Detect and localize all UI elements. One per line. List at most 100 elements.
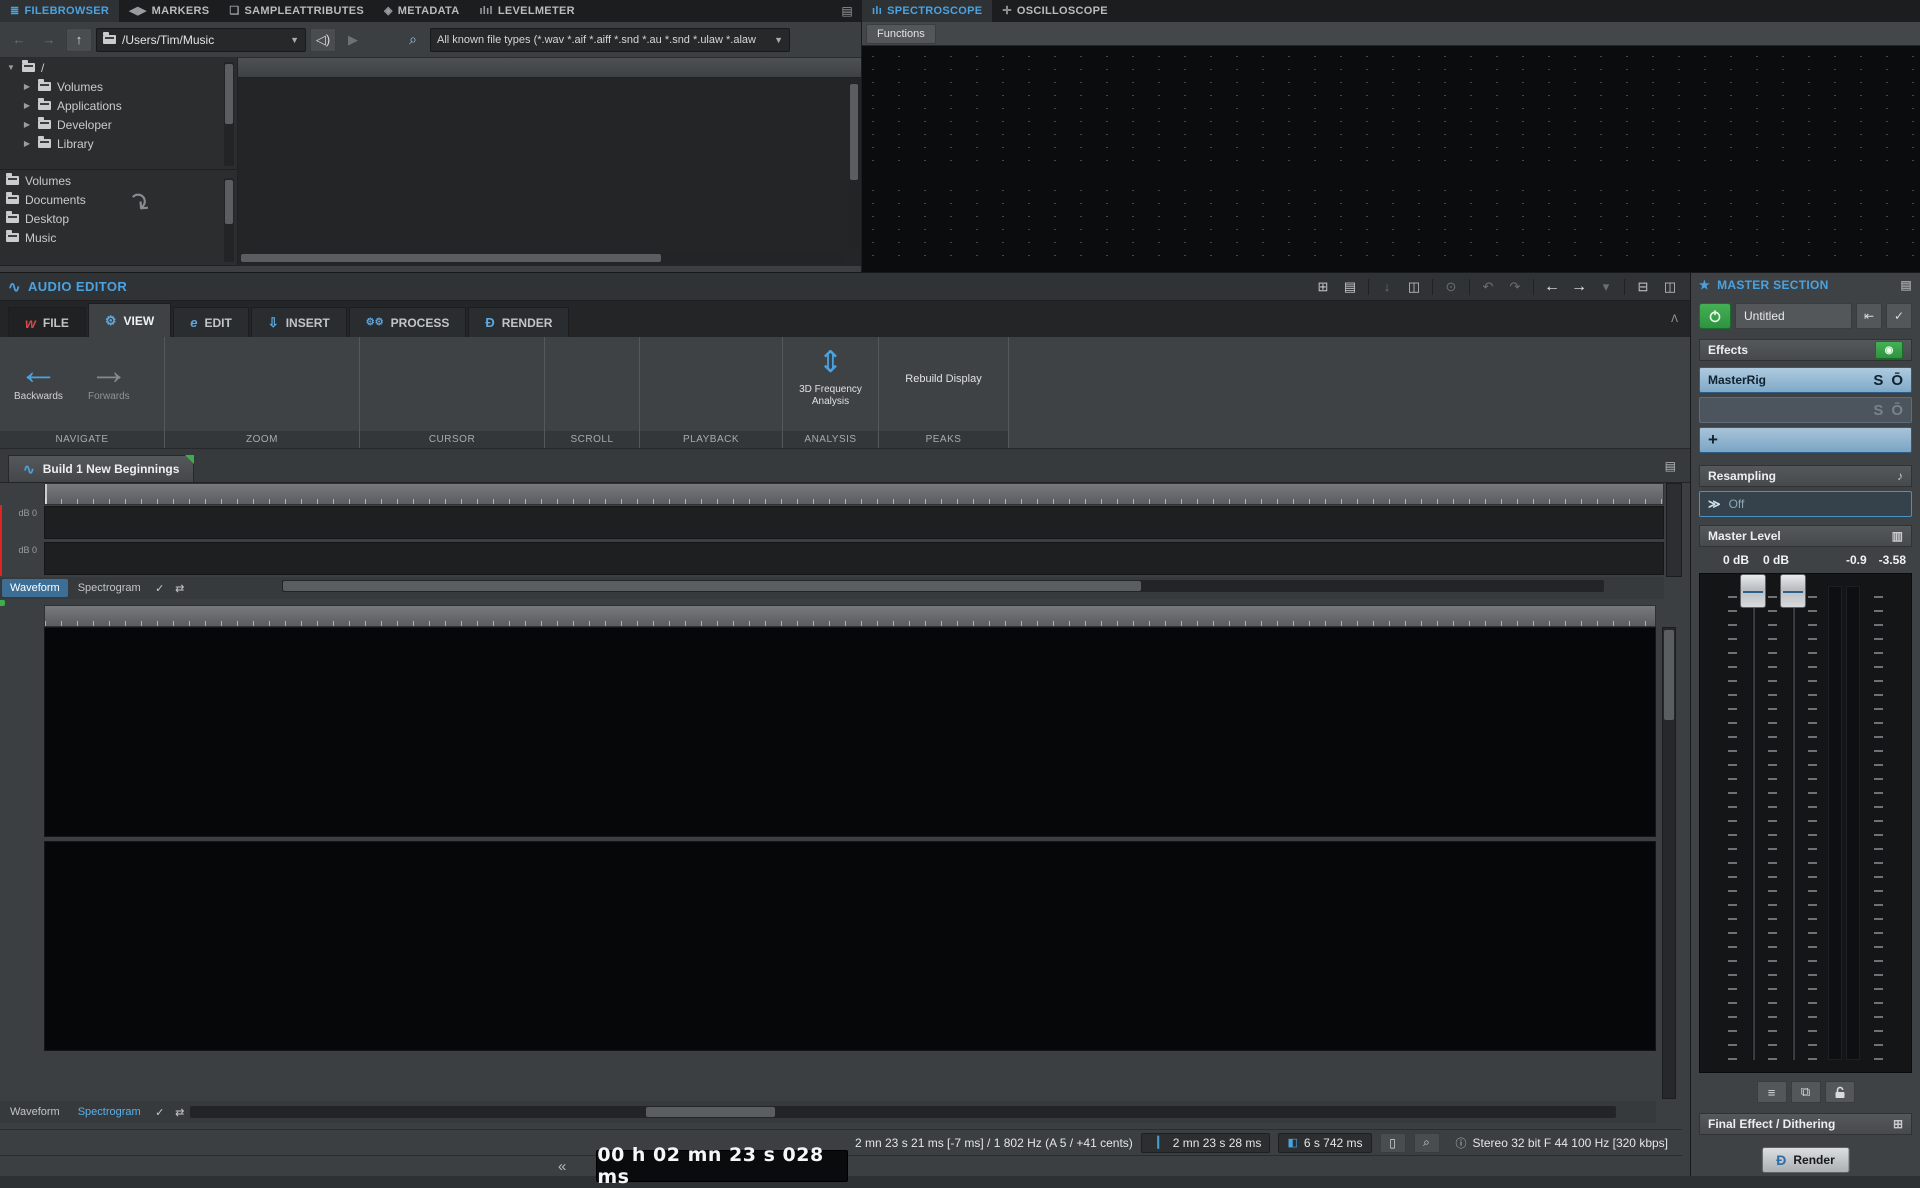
fader-track-right[interactable] (1792, 586, 1795, 1060)
meter-options-button[interactable]: ≡ (1757, 1081, 1787, 1103)
ribbon-collapse-icon[interactable]: ᐱ (1671, 314, 1678, 325)
tree-item-developer[interactable]: ▶Developer (0, 115, 237, 134)
tab-markers[interactable]: ◀▶MARKERS (119, 0, 219, 22)
tree-item-library[interactable]: ▶Library (0, 134, 237, 153)
render-button[interactable]: Ð Render (1761, 1147, 1849, 1173)
favorites-scrollbar[interactable] (224, 178, 234, 262)
save-as-icon[interactable]: ◫ (1402, 277, 1426, 297)
nav-forward-button[interactable]: → (36, 28, 62, 52)
format-info[interactable]: ⓘStereo 32 bit F 44 100 Hz [320 kbps] (1448, 1133, 1676, 1153)
tab-filebrowser[interactable]: ≣FILEBROWSER (0, 0, 119, 22)
shuffle-icon[interactable]: ⇄ (171, 582, 189, 595)
shuffle-icon[interactable]: ⇄ (171, 1106, 189, 1119)
unlock-button[interactable] (1825, 1081, 1855, 1103)
tree-item-volumes[interactable]: ▶Volumes (0, 77, 237, 96)
add-effect-button[interactable]: + (1699, 427, 1912, 453)
layout-icon[interactable]: ◫ (1658, 277, 1682, 297)
overview-waveform-left[interactable] (44, 506, 1664, 539)
effect-slot-empty[interactable]: S Ō (1699, 397, 1912, 423)
tree-item-applications[interactable]: ▶Applications (0, 96, 237, 115)
overview-tab-spectrogram[interactable]: Spectrogram (70, 579, 149, 597)
effect-slot-masterrig[interactable]: MasterRig S Ō (1699, 367, 1912, 393)
maximize-icon[interactable]: ⊟ (1631, 277, 1655, 297)
tab-view[interactable]: ⚙VIEW (88, 303, 171, 337)
new-file-icon[interactable]: ⊞ (1311, 277, 1335, 297)
zoom-status-icon[interactable]: ⌕ (1414, 1133, 1440, 1153)
path-dropdown[interactable]: /Users/Tim/Music ▼ (96, 28, 306, 52)
save-icon[interactable]: ↓ (1375, 277, 1399, 297)
rebuild-display-button[interactable]: Rebuild Display (879, 373, 1008, 385)
favorite-item-music[interactable]: Music (0, 228, 237, 247)
check-option-icon[interactable]: ✓ (151, 1106, 169, 1119)
favorite-item-volumes[interactable]: Volumes (0, 171, 237, 190)
dropdown-icon[interactable]: ▾ (1594, 277, 1618, 297)
overview-time-ruler[interactable] (44, 483, 1664, 505)
main-tab-waveform[interactable]: Waveform (2, 1103, 68, 1121)
resampling-header[interactable]: Resampling ♪ (1699, 465, 1912, 487)
check-option-icon[interactable]: ✓ (151, 582, 169, 595)
navigate-forward-icon[interactable]: → (1567, 277, 1591, 297)
transport-collapse-icon[interactable]: « (558, 1158, 566, 1175)
master-level-header[interactable]: Master Level ▥ (1699, 525, 1912, 547)
tab-oscilloscope[interactable]: ✛OSCILLOSCOPE (992, 0, 1118, 22)
monitor-icon[interactable]: ▯ (1380, 1133, 1406, 1153)
audition-button[interactable]: ◁) (310, 28, 336, 52)
master-menu-icon[interactable]: ▤ (1900, 278, 1912, 292)
spectrogram-right-channel[interactable] (44, 841, 1656, 1051)
master-preset-field[interactable]: Untitled (1735, 303, 1852, 329)
redo-icon[interactable]: ↷ (1503, 277, 1527, 297)
file-list-hscrollbar[interactable] (240, 253, 845, 263)
search-icon[interactable]: ⌕ (400, 28, 426, 52)
spectrogram-left-channel[interactable] (44, 627, 1656, 837)
nav-back-button[interactable]: ← (6, 28, 32, 52)
overview-hscrollbar[interactable] (282, 580, 1604, 592)
navigate-back-icon[interactable]: ← (1540, 277, 1564, 297)
final-effect-header[interactable]: Final Effect / Dithering ⊞ (1699, 1113, 1912, 1135)
panel-options-icon[interactable]: ▤ (833, 0, 861, 22)
tab-edit[interactable]: eEDIT (173, 307, 249, 337)
favorite-item-desktop[interactable]: Desktop (0, 209, 237, 228)
tab-file[interactable]: wFILE (8, 307, 86, 337)
tab-levelmeter[interactable]: ılılLEVELMETER (469, 0, 584, 22)
preset-check-icon[interactable]: ✓ (1886, 303, 1912, 329)
favorite-item-documents[interactable]: Documents (0, 190, 237, 209)
nav-up-button[interactable]: ↑ (66, 28, 92, 52)
undo-icon[interactable]: ↶ (1476, 277, 1500, 297)
cursor-time-box[interactable]: ▕▏2 mn 23 s 28 ms (1141, 1133, 1271, 1153)
backwards-button[interactable]: ←Backwards (14, 351, 63, 402)
master-fader-right[interactable] (1780, 574, 1806, 608)
main-tab-spectrogram[interactable]: Spectrogram (70, 1103, 149, 1121)
document-list-icon[interactable]: ▤ (1665, 459, 1676, 473)
resampling-slot[interactable]: ≫ Off (1699, 491, 1912, 517)
main-time-ruler[interactable] (44, 605, 1656, 627)
auto-play-button[interactable]: ▶ (340, 28, 366, 52)
tab-metadata[interactable]: ◈METADATA (374, 0, 469, 22)
tab-process[interactable]: ⚙⚙PROCESS (349, 307, 467, 337)
forwards-button[interactable]: →Forwards (88, 351, 130, 402)
selection-length-box[interactable]: ◧6 s 742 ms (1278, 1133, 1371, 1153)
master-power-button[interactable] (1699, 303, 1731, 329)
file-list-scrollbar[interactable] (849, 82, 859, 250)
tree-item-root[interactable]: ▼/ (0, 58, 237, 77)
functions-button[interactable]: Functions (866, 24, 936, 44)
reset-icon[interactable]: ⇤ (1856, 303, 1882, 329)
fader-track-left[interactable] (1752, 586, 1755, 1060)
bypass-icon[interactable]: Ō (1891, 372, 1903, 389)
solo-icon[interactable]: S (1873, 372, 1883, 389)
3d-frequency-analysis-button[interactable]: ⇕ 3D Frequency Analysis (783, 345, 878, 408)
main-hscrollbar[interactable] (190, 1106, 1616, 1118)
settings-icon[interactable]: ⊙ (1439, 277, 1463, 297)
link-faders-button[interactable]: ⧉ (1791, 1081, 1821, 1103)
tab-insert[interactable]: ⇩INSERT (251, 307, 347, 337)
overview-zoom-scrollbar[interactable] (1666, 483, 1682, 577)
tree-scrollbar[interactable] (224, 62, 234, 166)
document-tab[interactable]: ∿ Build 1 New Beginnings (8, 455, 194, 482)
file-type-filter-dropdown[interactable]: All known file types (*.wav *.aif *.aiff… (430, 28, 790, 52)
tab-sampleattributes[interactable]: ❑SAMPLEATTRIBUTES (219, 0, 374, 22)
overview-playhead[interactable] (0, 505, 2, 576)
master-fader-left[interactable] (1740, 574, 1766, 608)
overview-waveform-right[interactable] (44, 542, 1664, 575)
tab-render[interactable]: ÐRENDER (468, 307, 569, 337)
main-vscrollbar[interactable] (1662, 627, 1676, 1099)
effects-header[interactable]: Effects ◉ (1699, 339, 1912, 361)
